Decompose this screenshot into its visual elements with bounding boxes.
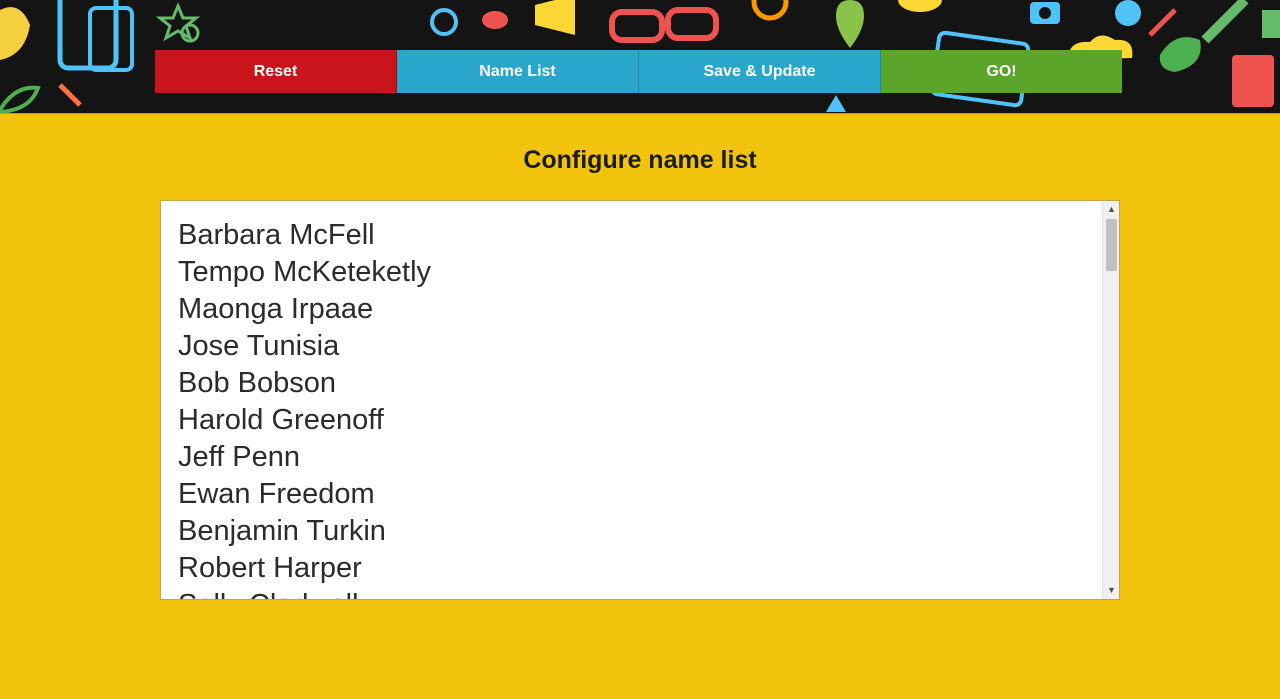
clock-icon [751, 0, 789, 21]
toolbar: Reset Name List Save & Update GO! [155, 50, 1122, 93]
brush-icon [1201, 0, 1249, 44]
reset-button[interactable]: Reset [155, 50, 397, 93]
name-list-textarea[interactable]: Barbara McFell Tempo McKeteketly Maonga … [160, 200, 1120, 600]
header-banner: Reset Name List Save & Update GO! [0, 0, 1280, 114]
page-title: Configure name list [523, 146, 757, 174]
scrollbar-thumb[interactable] [1106, 219, 1117, 271]
glasses-icon [609, 9, 665, 43]
scroll-up-arrow-icon[interactable]: ▲ [1103, 201, 1119, 218]
list-item: Tempo McKeteketly [178, 256, 432, 288]
list-item: Jeff Penn [178, 441, 301, 473]
list-item: Sally Clodwell [178, 587, 1099, 599]
palette-icon [1159, 37, 1201, 72]
leaf-icon [0, 85, 41, 113]
list-item: Barbara McFell [178, 219, 375, 251]
list-item: Ewan Freedom [178, 478, 375, 510]
go-button[interactable]: GO! [881, 50, 1122, 93]
smiley-icon [1115, 0, 1141, 26]
name-list-button[interactable]: Name List [397, 50, 639, 93]
book-icon [1232, 55, 1274, 107]
map-pin-icon [836, 0, 864, 48]
teapot-icon [0, 7, 30, 61]
list-item: Bob Bobson [178, 367, 337, 399]
save-update-button[interactable]: Save & Update [639, 50, 881, 93]
list-item: Maonga Irpaae [178, 293, 374, 325]
dropper-icon [1148, 8, 1177, 37]
list-item: Benjamin Turkin [178, 515, 386, 547]
list-item: Robert Harper [178, 552, 362, 584]
vertical-scrollbar[interactable]: ▲ ▼ [1102, 201, 1119, 599]
phone-icon [88, 6, 134, 72]
list-item: Jose Tunisia [178, 330, 340, 362]
name-list-content: Barbara McFell Tempo McKeteketly Maonga … [178, 217, 1099, 599]
megaphone-icon [535, 0, 575, 35]
stopwatch-icon [430, 8, 458, 36]
list-item: Harold Greenoff [178, 404, 384, 436]
pencil-icon [58, 83, 82, 107]
star-icon [155, 2, 201, 42]
scroll-down-arrow-icon[interactable]: ▼ [1103, 582, 1119, 599]
piggy-bank-icon [482, 11, 508, 29]
